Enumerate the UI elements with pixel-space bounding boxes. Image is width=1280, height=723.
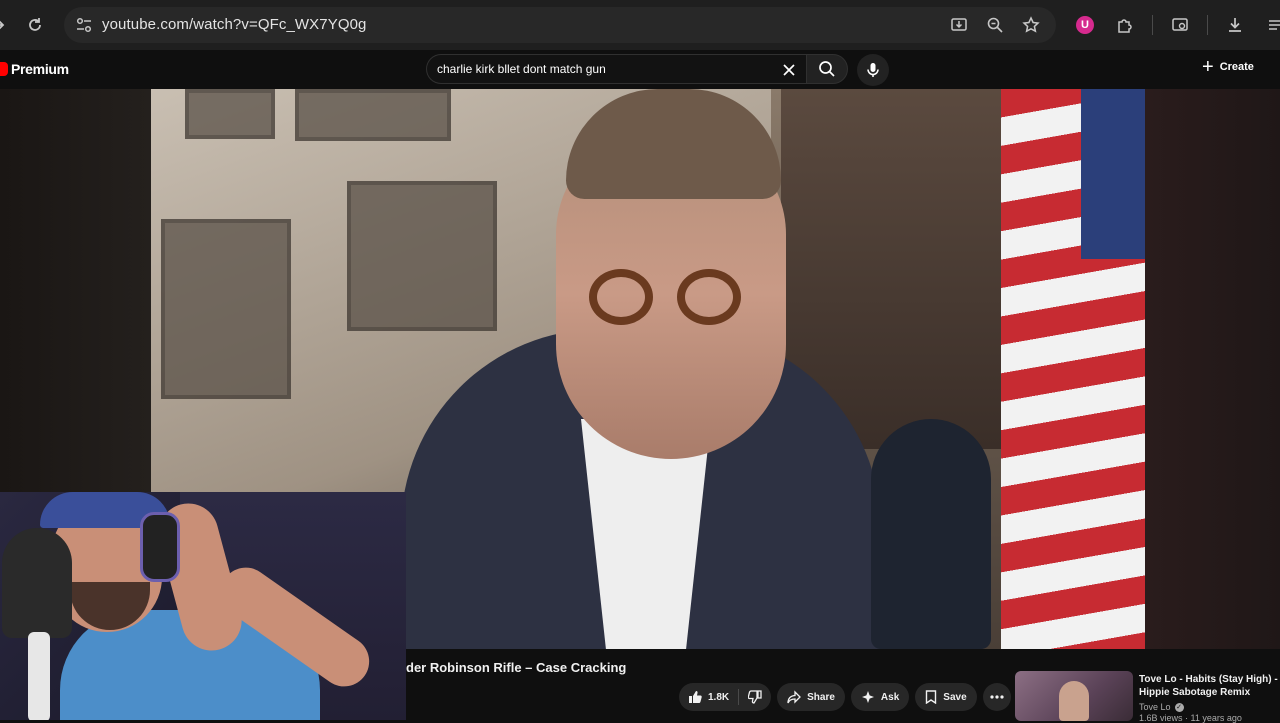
toolbar-divider — [1207, 15, 1208, 35]
wall-frame — [295, 89, 451, 141]
wall-frame — [185, 89, 275, 139]
url-text[interactable]: youtube.com/watch?v=QFc_WX7YQ0g — [102, 16, 366, 33]
recommended-thumbnail[interactable] — [1015, 671, 1133, 721]
flag-union — [1081, 89, 1145, 259]
save-label: Save — [943, 691, 967, 703]
search-icon — [819, 61, 835, 77]
speaker-glasses-left — [589, 269, 653, 325]
reading-list-icon[interactable] — [1262, 12, 1280, 38]
like-button[interactable]: 1.8K — [679, 683, 738, 711]
headset-icon — [140, 512, 180, 582]
share-label: Share — [807, 691, 835, 703]
bookmark-icon — [926, 690, 937, 704]
extensions-puzzle-icon[interactable] — [1112, 12, 1138, 38]
studio-microphone — [871, 419, 991, 649]
microphone-arm — [28, 632, 50, 720]
video-title: der Robinson Rifle – Case Cracking — [406, 660, 627, 675]
recommended-title[interactable]: Tove Lo - Habits (Stay High) - Hippie Sa… — [1139, 673, 1279, 699]
search-input[interactable]: charlie kirk bllet dont match gun — [426, 54, 808, 84]
youtube-premium-logo[interactable]: Premium — [0, 61, 69, 77]
recommended-channel[interactable]: Tove Lo ✓ — [1139, 702, 1184, 712]
bookmark-star-icon[interactable] — [1020, 14, 1042, 36]
share-button[interactable]: Share — [777, 683, 845, 711]
dislike-button[interactable] — [739, 683, 771, 711]
downloads-icon[interactable] — [1222, 12, 1248, 38]
forward-icon[interactable] — [0, 12, 12, 38]
clear-search-icon[interactable] — [778, 59, 800, 81]
thumbs-down-icon — [748, 690, 762, 704]
tab-search-icon[interactable] — [1167, 12, 1193, 38]
streamer-webcam-overlay — [0, 492, 406, 720]
video-info: der Robinson Rifle – Case Cracking 1.8K … — [406, 649, 1012, 720]
share-icon — [787, 690, 802, 704]
ask-button[interactable]: Ask — [850, 683, 910, 711]
voice-search-button[interactable] — [857, 54, 889, 86]
microphone-icon — [867, 63, 879, 77]
sparkle-icon — [861, 691, 874, 703]
thumbs-up-icon — [689, 691, 702, 703]
plus-icon: + — [1202, 56, 1214, 78]
ambient-right — [1145, 89, 1280, 649]
speaker-glasses-right — [677, 269, 741, 325]
reload-icon[interactable] — [22, 12, 48, 38]
more-actions-icon[interactable] — [982, 683, 1011, 711]
like-dislike-group: 1.8K — [679, 683, 772, 711]
channel-name: Tove Lo — [1139, 702, 1171, 712]
zoom-icon[interactable] — [984, 14, 1006, 36]
site-settings-icon[interactable] — [74, 15, 94, 35]
create-label: Create — [1219, 61, 1254, 73]
wall-frame — [161, 219, 291, 399]
youtube-masthead: Premium charlie kirk bllet dont match gu… — [0, 50, 1280, 89]
thumbnail-figure — [1059, 681, 1089, 721]
video-actions: 1.8K Share Ask Save — [679, 683, 1011, 711]
ask-label: Ask — [880, 691, 900, 703]
recommended-video[interactable]: Tove Lo - Habits (Stay High) - Hippie Sa… — [1012, 649, 1280, 723]
youtube-logo-icon — [0, 62, 8, 76]
logo-text: Premium — [11, 61, 69, 77]
browser-toolbar: youtube.com/watch?v=QFc_WX7YQ0g U — [0, 0, 1280, 50]
verified-icon: ✓ — [1174, 702, 1184, 712]
toolbar-divider — [1152, 15, 1153, 35]
ublock-extension-icon[interactable]: U — [1072, 12, 1098, 38]
create-button[interactable]: + Create — [1202, 56, 1254, 78]
recommended-meta: 1.6B views · 11 years ago — [1139, 713, 1242, 723]
install-app-icon[interactable] — [948, 14, 970, 36]
streamer-microphone — [2, 528, 72, 638]
like-count: 1.8K — [708, 691, 730, 703]
search-query[interactable]: charlie kirk bllet dont match gun — [437, 62, 606, 76]
search-button[interactable] — [806, 54, 848, 84]
wall-frame — [347, 181, 497, 331]
address-bar[interactable]: youtube.com/watch?v=QFc_WX7YQ0g — [64, 7, 1056, 43]
save-button[interactable]: Save — [915, 683, 977, 711]
